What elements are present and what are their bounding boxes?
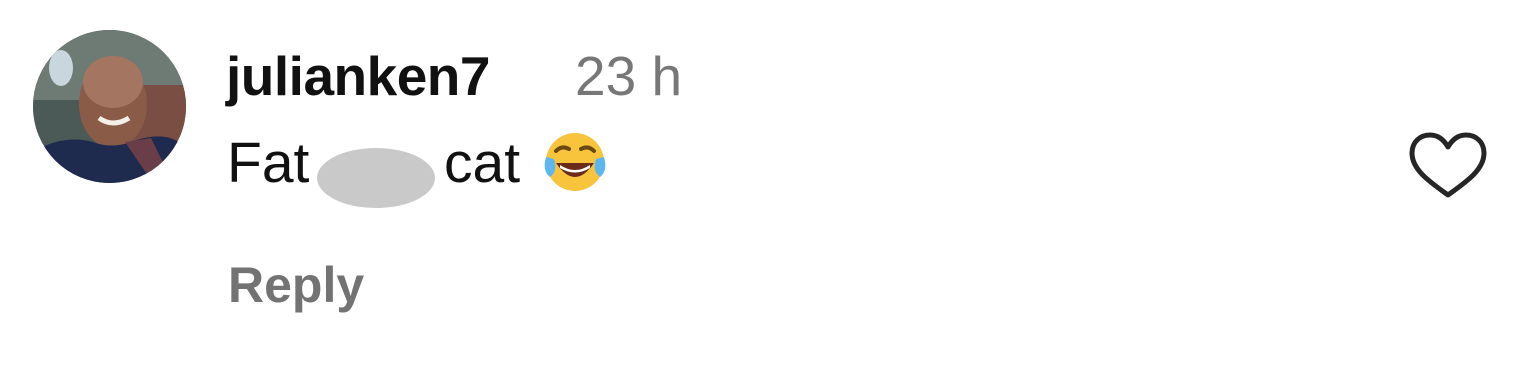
avatar-photo — [33, 30, 186, 183]
face-with-tears-of-joy-icon — [544, 133, 606, 191]
comment-word-cat: cat — [444, 131, 521, 195]
timestamp: 23 h — [575, 45, 683, 107]
reply-button[interactable]: Reply — [228, 250, 364, 320]
username[interactable]: julianken7 — [226, 40, 490, 112]
heart-outline-icon[interactable] — [1408, 132, 1488, 200]
avatar[interactable] — [33, 30, 186, 183]
comment-word-fat: Fat — [227, 131, 310, 195]
redaction-blur — [317, 148, 435, 208]
comment: julianken7 23 h Fat cat Reply — [0, 0, 1530, 366]
